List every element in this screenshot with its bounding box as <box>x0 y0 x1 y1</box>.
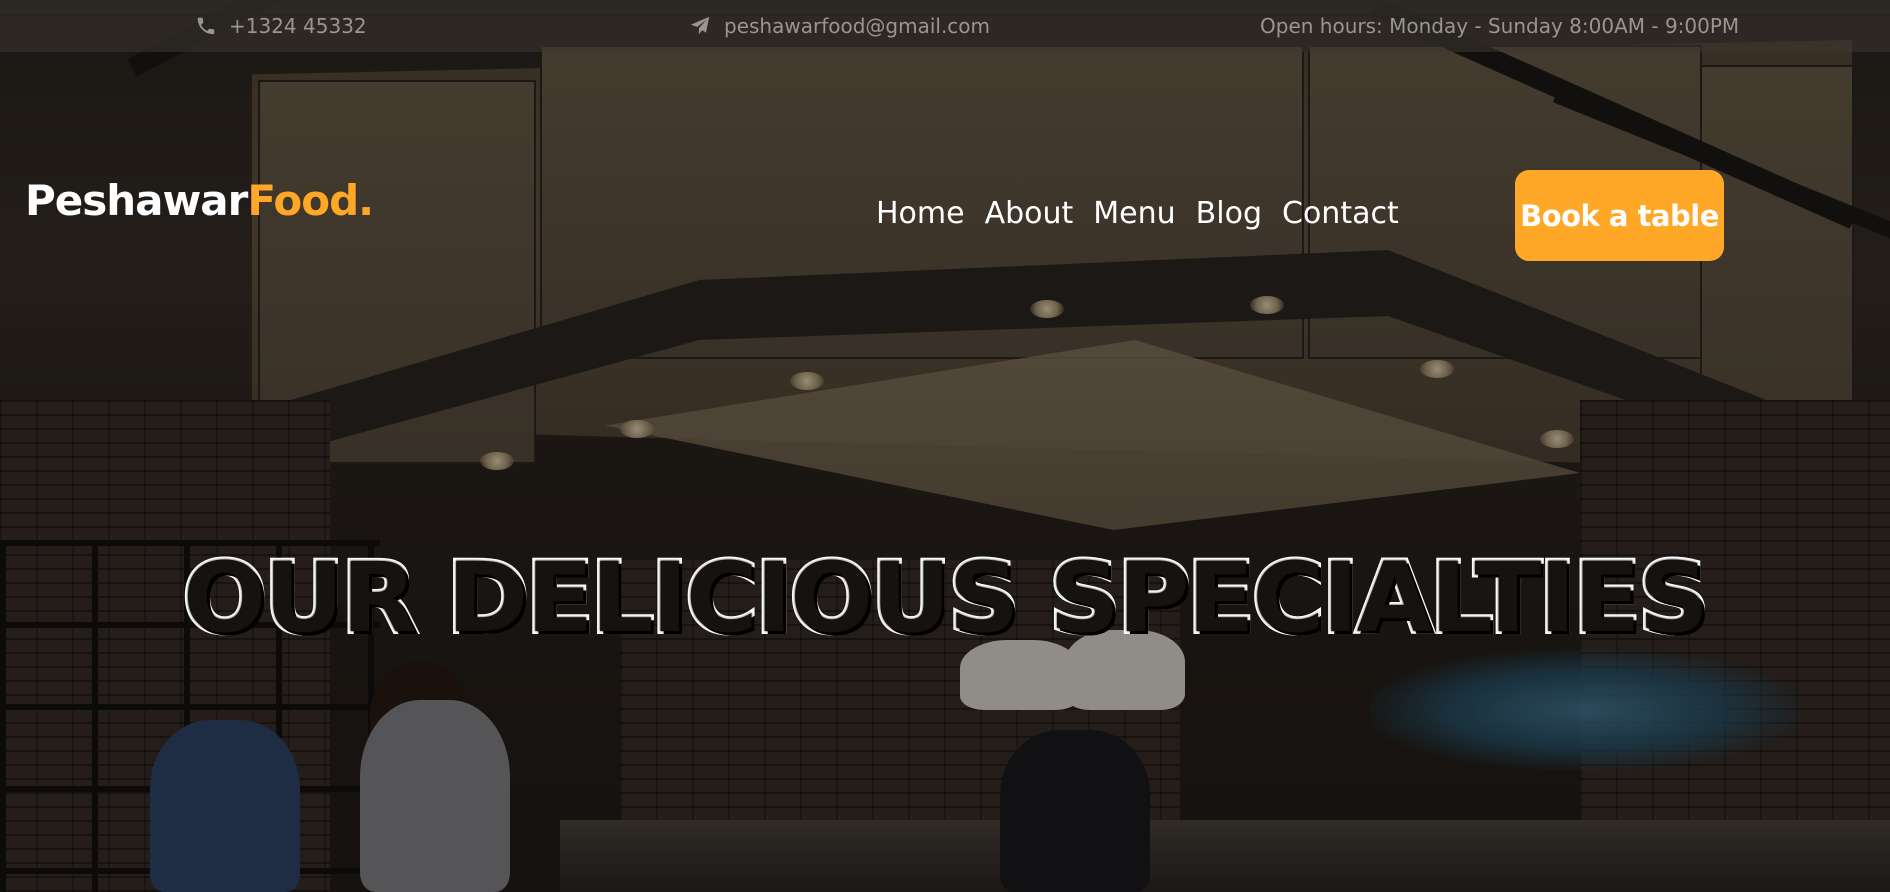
contact-phone[interactable]: +1324 45332 <box>195 0 367 52</box>
nav-link-home[interactable]: Home <box>876 196 965 231</box>
logo-text-primary: Peshawar <box>25 176 248 225</box>
book-table-button[interactable]: Book a table <box>1515 170 1724 261</box>
paper-plane-icon <box>688 15 712 37</box>
top-info-bar: +1324 45332 peshawarfood@gmail.com Open … <box>0 0 1890 52</box>
nav-link-about[interactable]: About <box>985 196 1074 231</box>
phone-number: +1324 45332 <box>229 14 367 38</box>
nav-link-menu[interactable]: Menu <box>1093 196 1175 231</box>
hero-title: OUR DELICIOUS SPECIALTIES <box>180 539 1712 657</box>
main-nav: Home About Menu Blog Contact <box>876 196 1399 231</box>
email-address: peshawarfood@gmail.com <box>724 14 991 38</box>
open-hours-text: Open hours: Monday - Sunday 8:00AM - 9:0… <box>1260 14 1740 38</box>
phone-icon <box>195 15 217 37</box>
nav-link-blog[interactable]: Blog <box>1196 196 1262 231</box>
contact-email[interactable]: peshawarfood@gmail.com <box>688 0 990 52</box>
background-dim-overlay <box>0 0 1890 892</box>
site-logo[interactable]: PeshawarFood. <box>25 176 374 225</box>
open-hours: Open hours: Monday - Sunday 8:00AM - 9:0… <box>1260 0 1739 52</box>
page: +1324 45332 peshawarfood@gmail.com Open … <box>0 0 1890 892</box>
logo-text-accent: Food. <box>247 176 374 225</box>
nav-link-contact[interactable]: Contact <box>1282 196 1399 231</box>
